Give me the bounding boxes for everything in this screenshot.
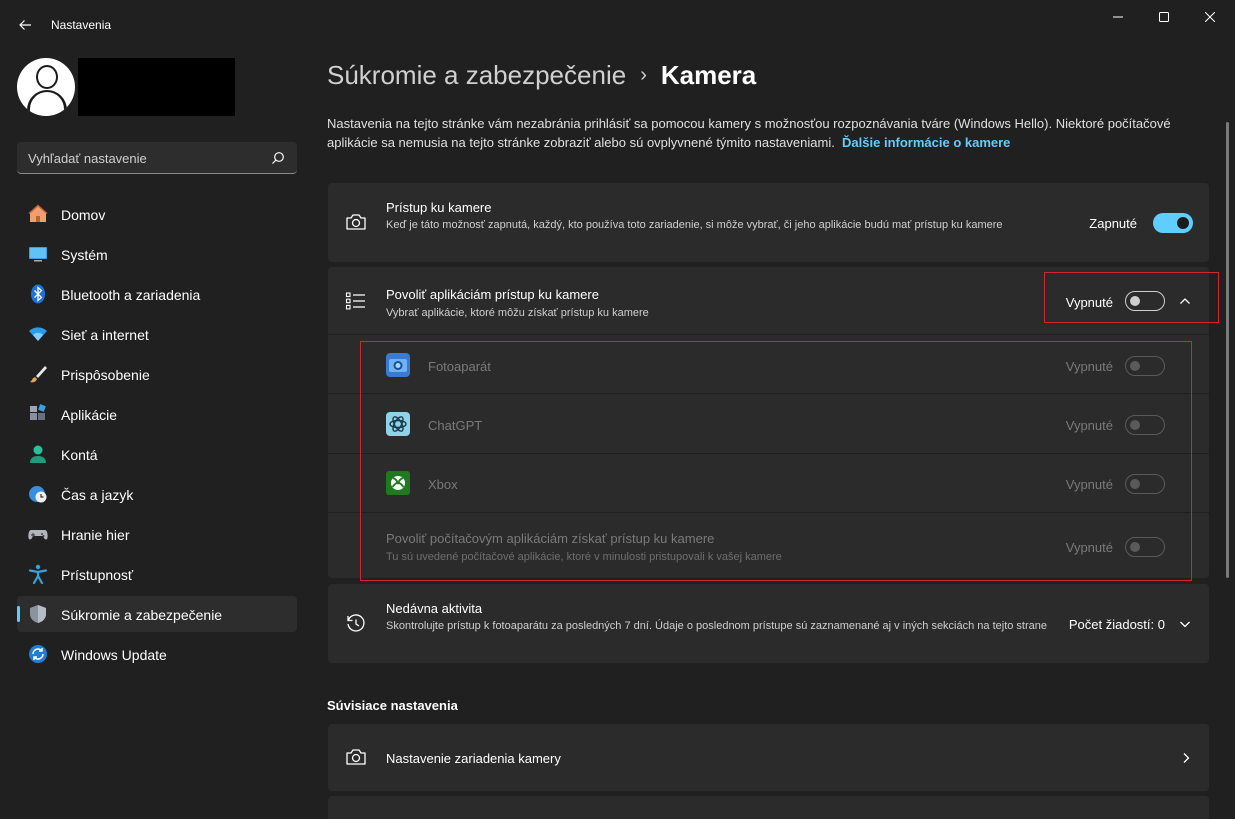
sidebar-item-network[interactable]: Sieť a internet (17, 316, 297, 352)
apps-icon (30, 404, 46, 420)
breadcrumb-parent[interactable]: Súkromie a zabezpečenie (327, 60, 626, 90)
title-bar: Nastavenia (0, 0, 1235, 50)
recent-activity-card[interactable]: Nedávna aktivita Skontrolujte prístup k … (328, 584, 1209, 663)
app-title: Nastavenia (51, 18, 112, 32)
close-icon (1205, 12, 1215, 22)
app-access-title: Povoliť aplikáciám prístup ku kamere (386, 287, 599, 302)
search-icon (272, 152, 284, 164)
sidebar-item-home[interactable]: Domov (17, 196, 297, 232)
close-button[interactable] (1187, 0, 1233, 34)
maximize-button[interactable] (1141, 0, 1187, 34)
back-button[interactable] (12, 12, 38, 38)
camera-access-toggle[interactable] (1153, 213, 1193, 233)
redacted-user-name (78, 58, 235, 116)
request-count: Počet žiadostí: 0 (1068, 617, 1165, 632)
chevron-right-icon (1183, 753, 1190, 763)
minimize-icon (1113, 16, 1123, 18)
minimize-button[interactable] (1095, 0, 1141, 34)
learn-more-link[interactable]: Ďalšie informácie o kamere (842, 135, 1010, 150)
search-placeholder: Vyhľadať nastavenie (28, 151, 147, 166)
history-icon (347, 614, 365, 632)
sidebar-item-privacy-security[interactable]: Súkromie a zabezpečenie (17, 596, 297, 632)
page-title: Kamera (660, 60, 757, 90)
recent-activity-description: Skontrolujte prístup k fotoaparátu za po… (386, 620, 1048, 632)
system-icon (29, 247, 47, 262)
intro-text: Nastavenia na tejto stránke vám nezabrán… (327, 116, 1171, 150)
camera-icon (346, 214, 366, 230)
update-icon (29, 645, 47, 663)
gamepad-icon (28, 530, 48, 540)
related-settings-heading: Súvisiace nastavenia (327, 698, 458, 713)
home-icon (28, 204, 48, 222)
highlight-box-app-access-toggle (1044, 272, 1219, 323)
search-input[interactable]: Vyhľadať nastavenie (17, 142, 297, 174)
clock-globe-icon (29, 486, 47, 503)
user-profile[interactable] (17, 58, 297, 116)
wifi-icon (29, 327, 47, 341)
chevron-down-icon[interactable] (1179, 618, 1191, 630)
sidebar-item-personalization[interactable]: Prispôsobenie (17, 356, 297, 392)
maximize-icon (1159, 12, 1169, 22)
sidebar-item-system[interactable]: Systém (17, 236, 297, 272)
shield-icon (30, 605, 46, 623)
camera-device-settings-card[interactable]: Nastavenie zariadenia kamery (328, 724, 1209, 791)
breadcrumb: Súkromie a zabezpečenie › Kamera (327, 60, 756, 91)
sidebar-item-gaming[interactable]: Hranie hier (17, 516, 297, 552)
back-arrow-icon (19, 20, 31, 30)
camera-device-settings-label: Nastavenie zariadenia kamery (386, 751, 561, 766)
camera-access-title: Prístup ku kamere (386, 200, 492, 215)
recent-activity-title: Nedávna aktivita (386, 601, 483, 616)
camera-access-state: Zapnuté (1089, 216, 1137, 231)
sidebar-item-accessibility[interactable]: Prístupnosť (17, 556, 297, 592)
brush-icon (30, 366, 47, 383)
scrollbar[interactable] (1226, 122, 1229, 578)
app-access-description: Vybrať aplikácie, ktoré môžu získať prís… (386, 307, 649, 319)
camera-access-description: Keď je táto možnosť zapnutá, každý, kto … (386, 219, 1003, 231)
camera-access-card: Prístup ku kamere Keď je táto možnosť za… (328, 183, 1209, 262)
next-related-card[interactable] (328, 796, 1209, 819)
avatar (17, 58, 75, 116)
sidebar-item-time-language[interactable]: Čas a jazyk (17, 476, 297, 512)
bluetooth-icon (31, 284, 45, 304)
sidebar-item-accounts[interactable]: Kontá (17, 436, 297, 472)
account-icon (30, 445, 46, 463)
accessibility-icon (28, 564, 48, 584)
sidebar-item-windows-update[interactable]: Windows Update (17, 636, 297, 672)
list-icon (345, 292, 365, 310)
sidebar-nav: Domov Systém Bluetooth a zariadenia Sieť… (17, 196, 297, 676)
highlight-box-app-list (360, 341, 1192, 581)
breadcrumb-separator: › (640, 64, 647, 86)
sidebar-item-apps[interactable]: Aplikácie (17, 396, 297, 432)
sidebar-item-bluetooth[interactable]: Bluetooth a zariadenia (17, 276, 297, 312)
camera-icon (346, 749, 366, 765)
